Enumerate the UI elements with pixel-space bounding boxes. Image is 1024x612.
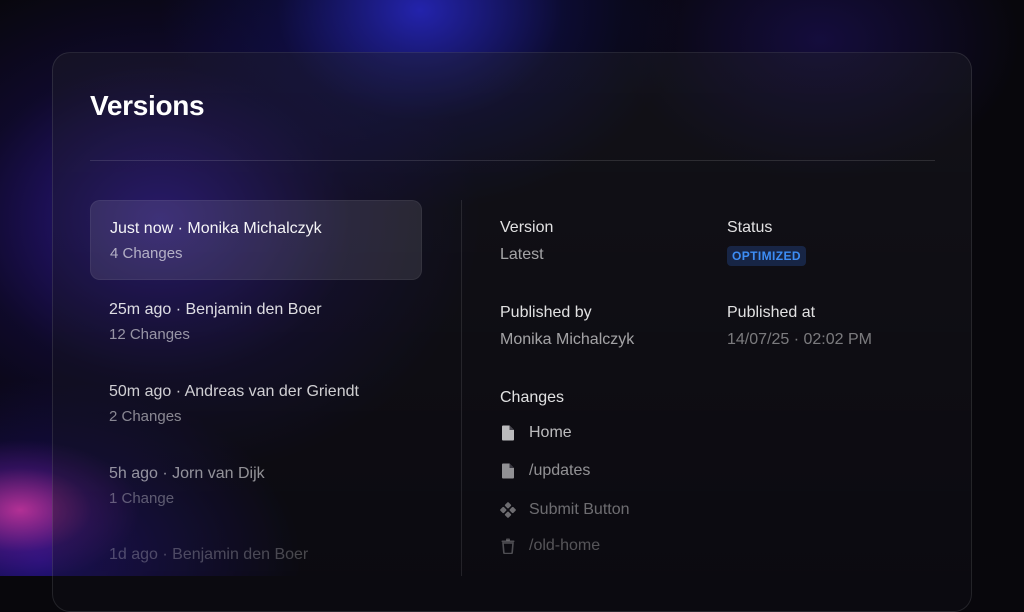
version-item-title: 1d ago · Benjamin den Boer	[109, 546, 309, 563]
change-item-old-home[interactable]: /old-home	[500, 535, 600, 557]
change-item-label: Submit Button	[529, 501, 630, 518]
change-item-submit-button[interactable]: Submit Button	[500, 499, 630, 521]
published-at-value: 14/07/25 · 02:02 PM	[727, 331, 872, 348]
change-item-home[interactable]: Home	[500, 422, 572, 444]
column-divider	[461, 200, 462, 576]
page-icon	[500, 425, 516, 441]
version-item-2[interactable]: 50m ago · Andreas van der Griendt 2 Chan…	[90, 364, 422, 444]
changes-label: Changes	[500, 389, 565, 406]
version-item-changes: 4 Changes	[110, 245, 183, 262]
change-item-updates[interactable]: /updates	[500, 460, 590, 482]
version-label: Version	[500, 219, 554, 236]
status-label: Status	[727, 219, 773, 236]
version-item-4[interactable]: 1d ago · Benjamin den Boer	[90, 527, 422, 607]
version-item-changes: 12 Changes	[109, 326, 190, 343]
published-by-label: Published by	[500, 304, 592, 321]
version-item-title: 5h ago · Jorn van Dijk	[109, 465, 265, 482]
version-item-changes: 1 Change	[109, 490, 175, 507]
version-item-3[interactable]: 5h ago · Jorn van Dijk 1 Change	[90, 446, 422, 526]
component-icon	[500, 502, 516, 518]
version-item-changes: 2 Changes	[109, 408, 182, 425]
published-by-value: Monika Michalczyk	[500, 331, 635, 348]
version-item-title: Just now · Monika Michalczyk	[110, 220, 322, 237]
status-badge: OPTIMIZED	[727, 246, 806, 266]
change-item-label: Home	[529, 424, 572, 441]
published-at-label: Published at	[727, 304, 816, 321]
page-title: Versions	[90, 90, 205, 121]
header-divider	[90, 160, 935, 161]
page-icon	[500, 463, 516, 479]
version-item-title: 25m ago · Benjamin den Boer	[109, 301, 322, 318]
change-item-label: /updates	[529, 462, 591, 479]
version-item-0[interactable]: Just now · Monika Michalczyk 4 Changes	[90, 200, 422, 280]
version-item-1[interactable]: 25m ago · Benjamin den Boer 12 Changes	[90, 282, 422, 362]
version-value: Latest	[500, 246, 544, 263]
version-item-title: 50m ago · Andreas van der Griendt	[109, 383, 359, 400]
trash-icon	[500, 538, 516, 554]
change-item-label: /old-home	[529, 537, 601, 554]
